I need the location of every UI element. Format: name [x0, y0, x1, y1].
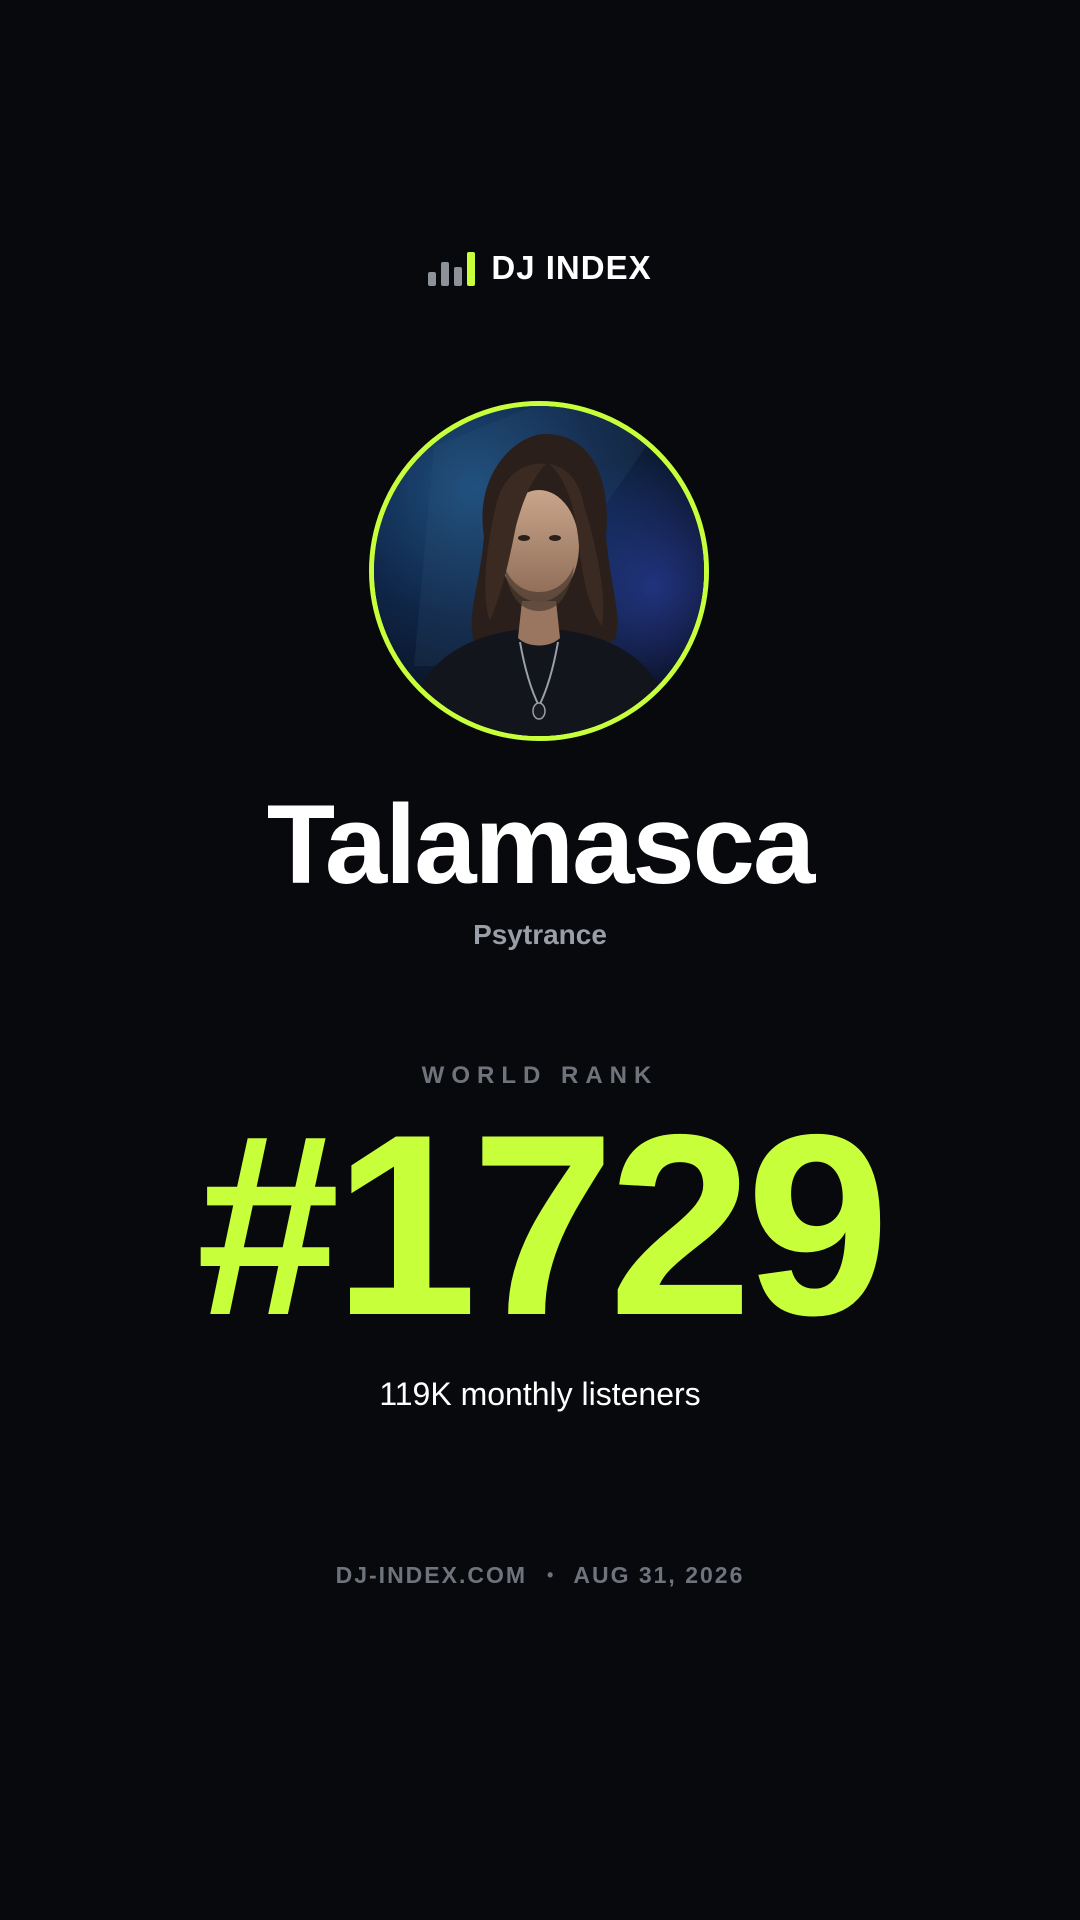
artist-portrait-image — [374, 406, 704, 736]
footer-site: DJ-INDEX.COM — [335, 1562, 528, 1588]
footer: DJ-INDEX.COM • AUG 31, 2026 — [0, 1559, 1080, 1591]
artist-genre: Psytrance — [473, 919, 607, 950]
avatar — [369, 401, 709, 741]
monthly-listeners: 119K monthly listeners — [379, 1376, 701, 1412]
footer-separator: • — [547, 1565, 554, 1585]
world-rank-value: #1729 — [196, 1080, 889, 1369]
footer-date: AUG 31, 2026 — [573, 1562, 745, 1588]
artist-name: Talamasca — [266, 782, 816, 907]
brand-name: DJ INDEX — [491, 249, 652, 286]
brand-header: DJ INDEX — [0, 250, 1080, 286]
bar-chart-icon — [428, 250, 476, 286]
